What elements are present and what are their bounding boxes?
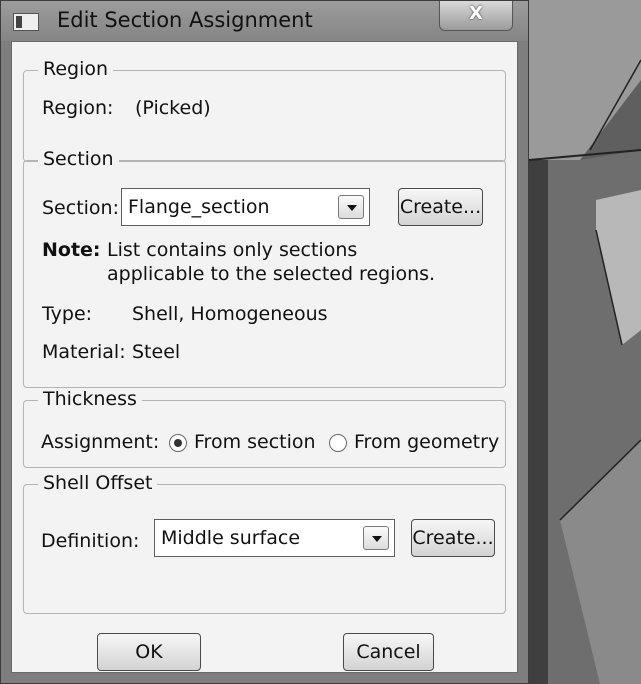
definition-select-value: Middle surface	[161, 527, 301, 549]
section-select[interactable]: Flange_section	[121, 188, 370, 226]
section-label: Section:	[42, 197, 119, 219]
window-icon	[13, 13, 39, 31]
from-geometry-label[interactable]: From geometry	[354, 431, 499, 453]
assignment-label: Assignment:	[41, 431, 160, 453]
shell-offset-group-title: Shell Offset	[38, 472, 158, 494]
shell-offset-create-button[interactable]: Create...	[411, 519, 495, 557]
chevron-down-icon[interactable]	[363, 526, 389, 550]
cancel-button[interactable]: Cancel	[343, 633, 434, 671]
edit-section-assignment-dialog: Edit Section Assignment X Region Region:…	[0, 0, 529, 684]
thickness-group-title: Thickness	[38, 388, 142, 410]
section-create-button[interactable]: Create...	[398, 188, 483, 226]
shadow-face	[529, 160, 548, 684]
note-label: Note:	[42, 239, 101, 261]
from-geometry-radio[interactable]	[329, 434, 347, 452]
dialog-title: Edit Section Assignment	[57, 8, 313, 32]
from-section-radio[interactable]	[169, 434, 187, 452]
close-button[interactable]: X	[439, 1, 513, 31]
material-value: Steel	[132, 341, 181, 363]
type-label: Type:	[42, 303, 93, 325]
region-label: Region:	[42, 97, 114, 119]
note-line-2: applicable to the selected regions.	[107, 263, 436, 285]
note-line-1: List contains only sections	[107, 239, 358, 261]
section-group-title: Section	[38, 148, 119, 170]
definition-select[interactable]: Middle surface	[154, 519, 395, 557]
material-label: Material:	[42, 341, 126, 363]
type-value: Shell, Homogeneous	[132, 303, 328, 325]
dialog-body: Region Region: (Picked) Section Section:…	[11, 41, 518, 673]
section-select-value: Flange_section	[128, 196, 270, 218]
ok-button[interactable]: OK	[97, 633, 201, 671]
chevron-down-icon[interactable]	[338, 195, 364, 219]
from-section-label[interactable]: From section	[194, 431, 316, 453]
region-value: (Picked)	[135, 97, 211, 119]
thickness-group: Thickness Assignment: From section From …	[23, 388, 506, 468]
section-group: Section Section: Flange_section Create..…	[23, 148, 506, 388]
shell-offset-group: Shell Offset Definition: Middle surface …	[23, 472, 506, 614]
title-bar[interactable]: Edit Section Assignment X	[1, 1, 528, 41]
region-group-title: Region	[38, 58, 114, 80]
definition-label: Definition:	[41, 530, 140, 552]
